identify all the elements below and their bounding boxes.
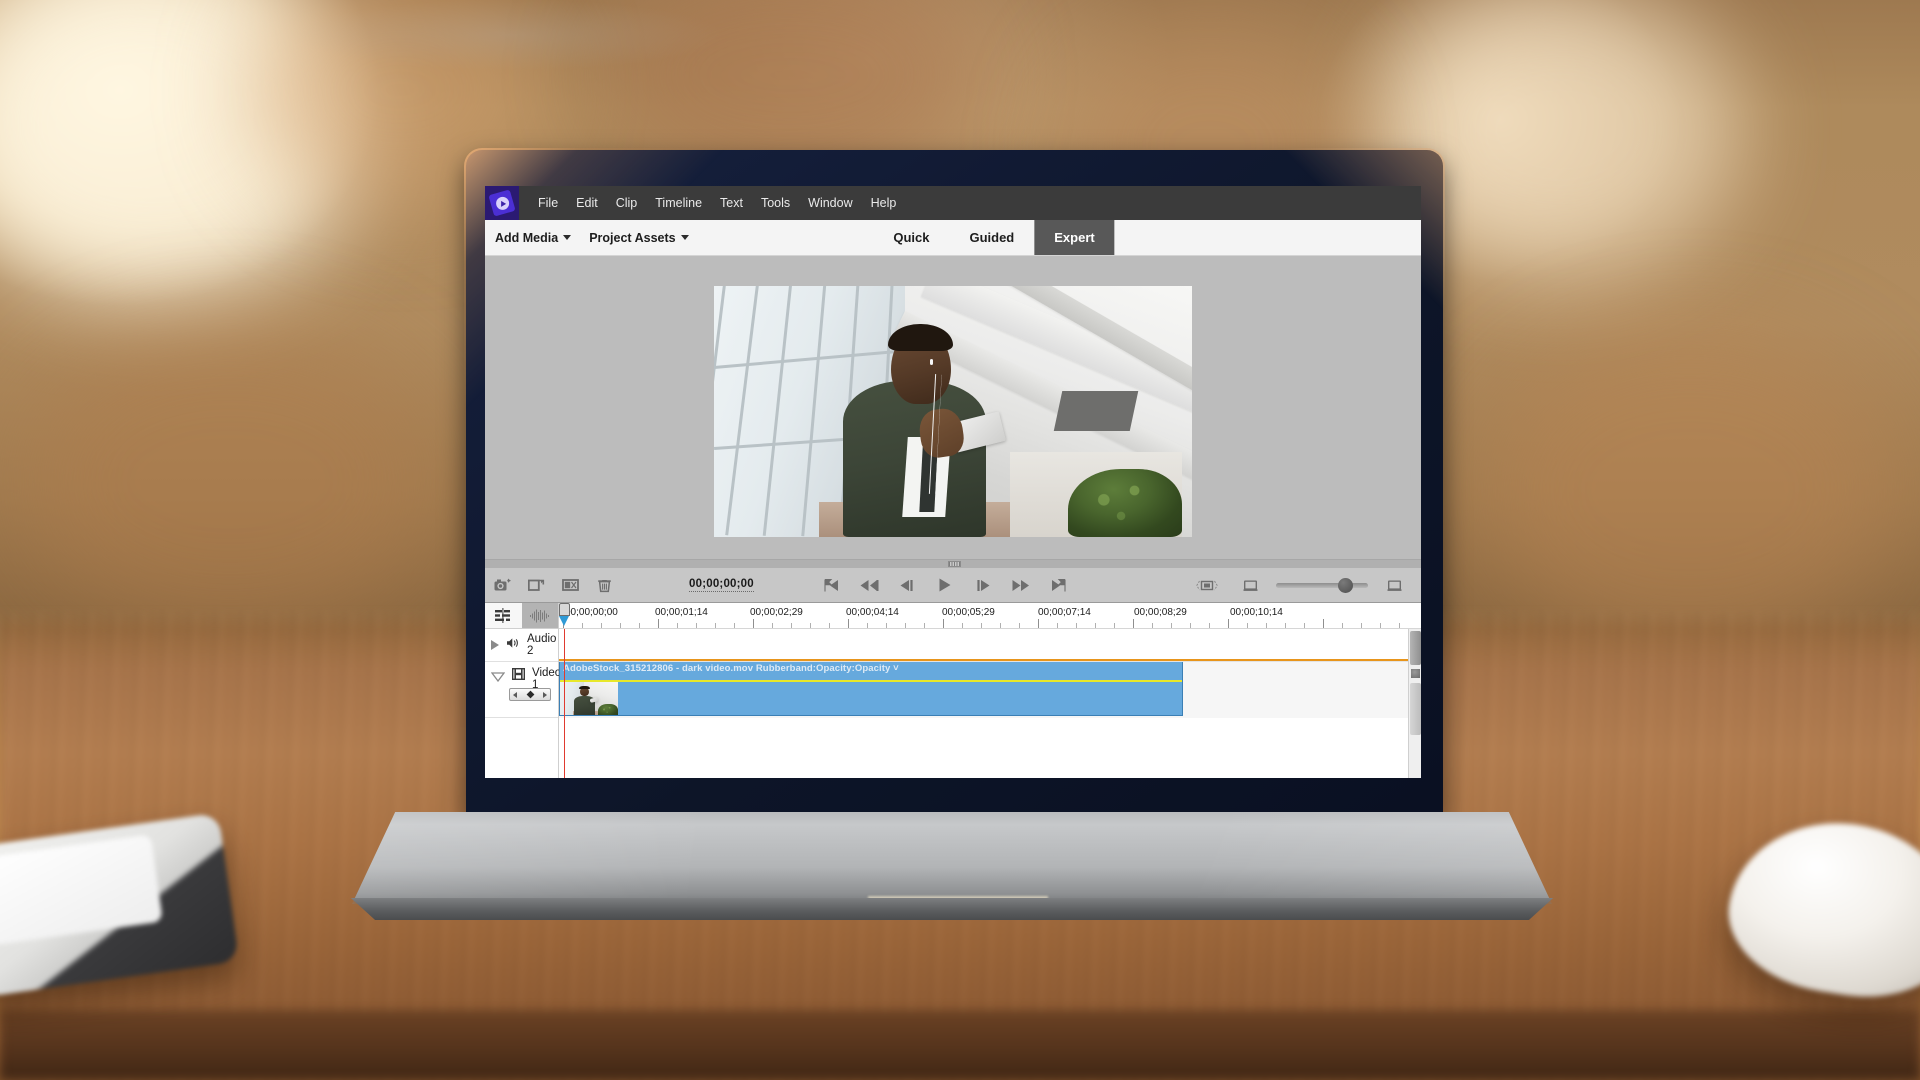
lane-video-1[interactable]: AdobeStock_315212806 - dark video.mov Ru… bbox=[559, 662, 1421, 718]
current-timecode[interactable]: 00;00;00;00 bbox=[689, 578, 754, 592]
timeline-tool-row bbox=[485, 603, 558, 629]
clip-thumbnail bbox=[560, 682, 618, 715]
playback-controls bbox=[814, 567, 1076, 603]
menu-item-tools[interactable]: Tools bbox=[752, 192, 799, 214]
menu-item-timeline[interactable]: Timeline bbox=[646, 192, 711, 214]
ruler-label: 00;00;07;14 bbox=[1038, 607, 1091, 618]
track-lanes: AdobeStock_315212806 - dark video.mov Ru… bbox=[559, 629, 1421, 778]
ruler-label: 00;00;01;14 bbox=[655, 607, 708, 618]
ruler-label: 00;00;08;29 bbox=[1134, 607, 1187, 618]
add-media-button[interactable]: Add Media bbox=[495, 230, 572, 245]
monitor-scrub-bar[interactable] bbox=[485, 559, 1421, 567]
premiere-elements-window: File Edit Clip Timeline Text Tools Windo… bbox=[485, 186, 1421, 778]
lane-audio-2[interactable] bbox=[559, 629, 1421, 662]
menu-item-file[interactable]: File bbox=[529, 192, 567, 214]
premiere-elements-logo-icon bbox=[485, 186, 519, 220]
project-assets-button[interactable]: Project Assets bbox=[589, 230, 689, 245]
triangle-down-icon[interactable] bbox=[490, 669, 506, 687]
nav-prev-icon[interactable] bbox=[512, 686, 519, 704]
safe-margins-icon[interactable] bbox=[1190, 567, 1224, 603]
monitor-size-icon[interactable] bbox=[1233, 567, 1267, 603]
scrollbar-thumb-upper[interactable] bbox=[1410, 631, 1421, 665]
speaker-icon[interactable] bbox=[506, 636, 520, 654]
laptop-screen: File Edit Clip Timeline Text Tools Windo… bbox=[485, 186, 1421, 778]
program-monitor[interactable] bbox=[485, 256, 1421, 567]
chevron-down-icon bbox=[680, 235, 689, 240]
step-forward-fast-icon[interactable] bbox=[1004, 567, 1038, 603]
track-header-column: Audio 2 Video 1 bbox=[485, 603, 561, 778]
ruler-label: 00;00;05;29 bbox=[942, 607, 995, 618]
video-preview-frame bbox=[714, 286, 1192, 537]
timeline-settings-icon[interactable] bbox=[485, 603, 522, 628]
nav-next-icon[interactable] bbox=[541, 686, 548, 704]
freeze-frame-icon[interactable] bbox=[485, 567, 519, 603]
go-to-out-point-icon[interactable] bbox=[1042, 567, 1076, 603]
filmstrip-icon[interactable] bbox=[511, 667, 526, 685]
audio-waveform-icon[interactable] bbox=[521, 603, 558, 628]
menu-item-clip[interactable]: Clip bbox=[607, 192, 647, 214]
step-forward-frame-icon[interactable] bbox=[966, 567, 1000, 603]
ruler-label: 00;00;02;29 bbox=[750, 607, 803, 618]
delete-icon[interactable] bbox=[587, 567, 621, 603]
menu-items: File Edit Clip Timeline Text Tools Windo… bbox=[529, 192, 905, 214]
clip-label: AdobeStock_315212806 - dark video.mov Ru… bbox=[563, 663, 899, 674]
menu-item-edit[interactable]: Edit bbox=[567, 192, 607, 214]
ruler-label: 00;00;04;14 bbox=[846, 607, 899, 618]
step-back-frame-icon[interactable] bbox=[890, 567, 924, 603]
keyframe-diamond-icon[interactable] bbox=[526, 686, 535, 704]
opacity-rubberband[interactable] bbox=[560, 680, 1182, 682]
chevron-down-icon bbox=[563, 235, 572, 240]
monitor-view-controls bbox=[1190, 567, 1411, 603]
laptop-device: File Edit Clip Timeline Text Tools Windo… bbox=[0, 0, 1920, 1080]
track-header-audio-2[interactable]: Audio 2 bbox=[485, 629, 558, 662]
main-toolbar: Add Media Project Assets Quick Guided Ex… bbox=[485, 220, 1421, 256]
track-header-video-1[interactable]: Video 1 bbox=[485, 662, 561, 718]
zoom-slider[interactable] bbox=[1276, 577, 1368, 593]
timeline-clip[interactable]: AdobeStock_315212806 - dark video.mov Ru… bbox=[559, 662, 1183, 716]
transport-bar: 00;00;00;00 bbox=[485, 567, 1421, 603]
current-time-indicator[interactable] bbox=[559, 603, 570, 629]
keyframe-navigator[interactable] bbox=[509, 688, 551, 701]
scrollbar-grip-icon[interactable] bbox=[1411, 669, 1420, 678]
tab-expert[interactable]: Expert bbox=[1034, 220, 1115, 255]
project-assets-label: Project Assets bbox=[589, 230, 676, 245]
laptop-base-lip bbox=[350, 898, 1554, 920]
step-back-fast-icon[interactable] bbox=[852, 567, 886, 603]
ruler-label: 00;00;10;14 bbox=[1230, 607, 1283, 618]
tab-quick[interactable]: Quick bbox=[873, 220, 949, 255]
scrollbar-thumb-lower[interactable] bbox=[1410, 683, 1421, 735]
timeline-tracks-area[interactable]: 00;00;00;00 00;00;01;14 00;00;02;29 00;0… bbox=[559, 603, 1421, 778]
track-label-audio-2: Audio 2 bbox=[527, 633, 557, 657]
menu-item-help[interactable]: Help bbox=[862, 192, 906, 214]
timeline-vertical-scrollbar[interactable] bbox=[1408, 629, 1421, 778]
screen-glare bbox=[300, 0, 720, 70]
menu-item-text[interactable]: Text bbox=[711, 192, 752, 214]
timeline-ruler[interactable]: 00;00;00;00 00;00;01;14 00;00;02;29 00;0… bbox=[559, 603, 1421, 629]
add-media-label: Add Media bbox=[495, 230, 559, 245]
go-to-in-point-icon[interactable] bbox=[814, 567, 848, 603]
tab-guided[interactable]: Guided bbox=[949, 220, 1034, 255]
play-icon[interactable] bbox=[928, 567, 962, 603]
fullscreen-icon[interactable] bbox=[1377, 567, 1411, 603]
pan-zoom-icon[interactable] bbox=[519, 567, 553, 603]
smart-trim-icon[interactable] bbox=[553, 567, 587, 603]
menu-item-window[interactable]: Window bbox=[799, 192, 861, 214]
mode-tabs: Quick Guided Expert bbox=[873, 220, 1115, 255]
laptop-base bbox=[352, 812, 1552, 904]
ruler-label: 00;00;00;00 bbox=[565, 607, 618, 618]
monitor-tools bbox=[485, 567, 621, 603]
menu-bar: File Edit Clip Timeline Text Tools Windo… bbox=[485, 186, 1421, 220]
triangle-right-icon[interactable] bbox=[491, 640, 499, 650]
playhead-line bbox=[564, 629, 565, 778]
timeline-panel: Audio 2 Video 1 00;00;00;00 00;00;01;14 … bbox=[485, 603, 1421, 778]
zoom-slider-thumb[interactable] bbox=[1338, 577, 1353, 593]
